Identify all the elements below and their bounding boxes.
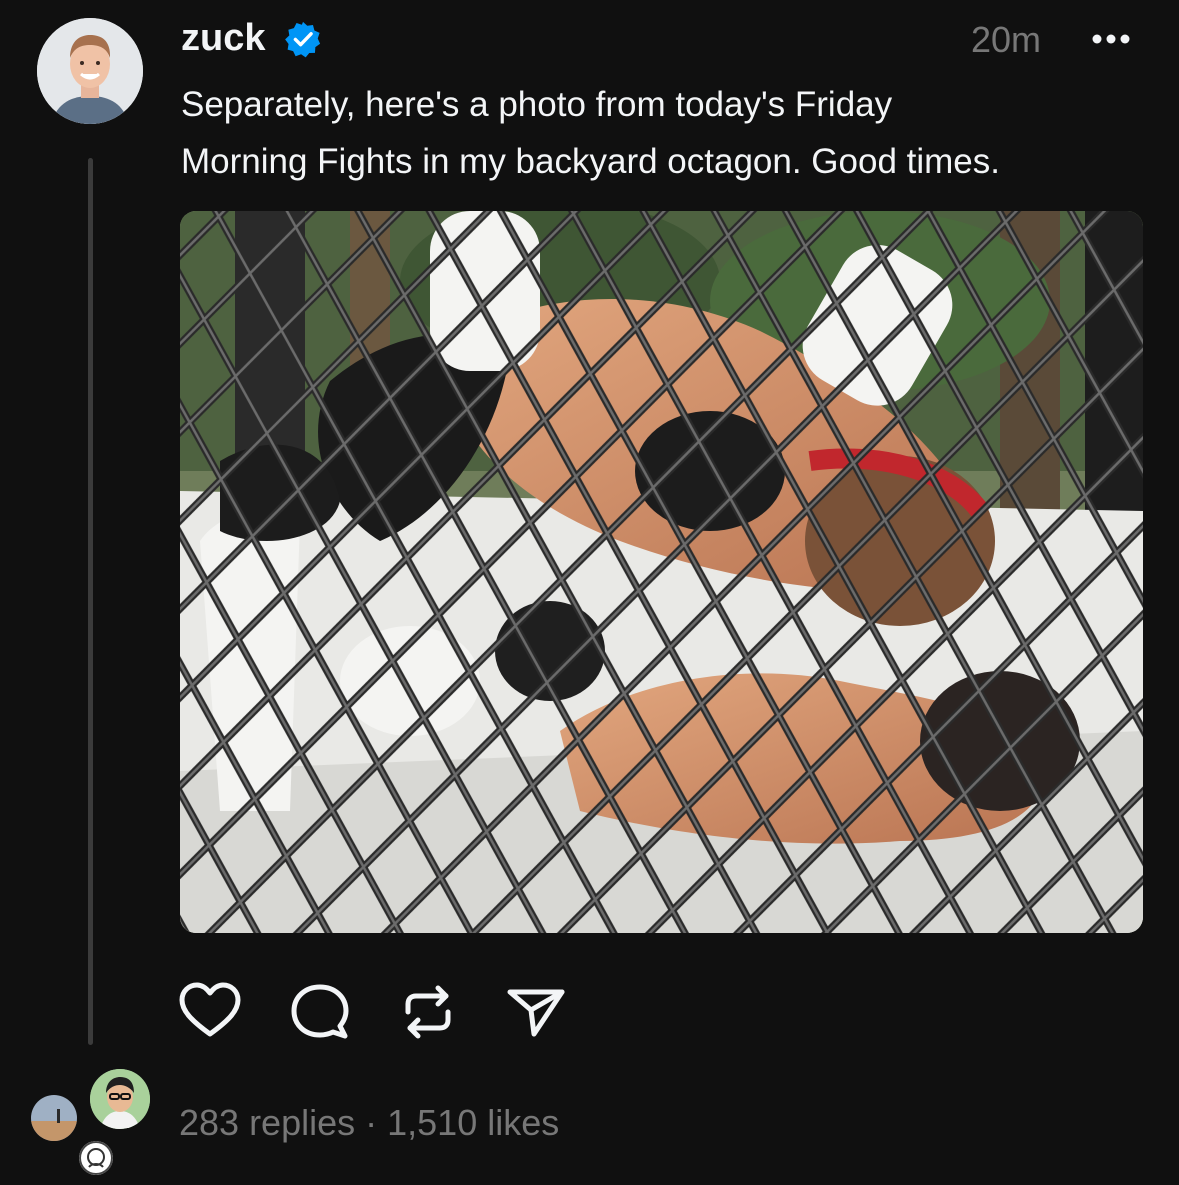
thread-line xyxy=(88,158,93,1045)
more-options-icon[interactable] xyxy=(1083,24,1139,54)
post-header: zuck 20m xyxy=(181,14,1141,64)
author-avatar[interactable] xyxy=(37,18,143,124)
repost-icon[interactable] xyxy=(396,980,460,1044)
post-timestamp: 20m xyxy=(971,19,1042,60)
send-icon[interactable] xyxy=(504,980,568,1044)
verified-badge-icon xyxy=(284,20,322,58)
replies-count[interactable]: 283 replies xyxy=(179,1102,355,1143)
username[interactable]: zuck xyxy=(181,16,265,60)
stats-separator: · xyxy=(355,1102,388,1143)
reply-avatar[interactable] xyxy=(79,1141,113,1175)
post-stats: 283 replies · 1,510 likes xyxy=(179,1101,559,1145)
post-text: Separately, here's a photo from today's … xyxy=(181,85,1000,181)
post-image[interactable] xyxy=(180,211,1143,933)
comment-bubble-icon[interactable] xyxy=(288,980,352,1044)
heart-icon[interactable] xyxy=(178,980,242,1044)
reply-avatar[interactable] xyxy=(31,1095,77,1141)
reply-avatar[interactable] xyxy=(90,1069,150,1129)
likes-count[interactable]: 1,510 likes xyxy=(387,1102,559,1143)
